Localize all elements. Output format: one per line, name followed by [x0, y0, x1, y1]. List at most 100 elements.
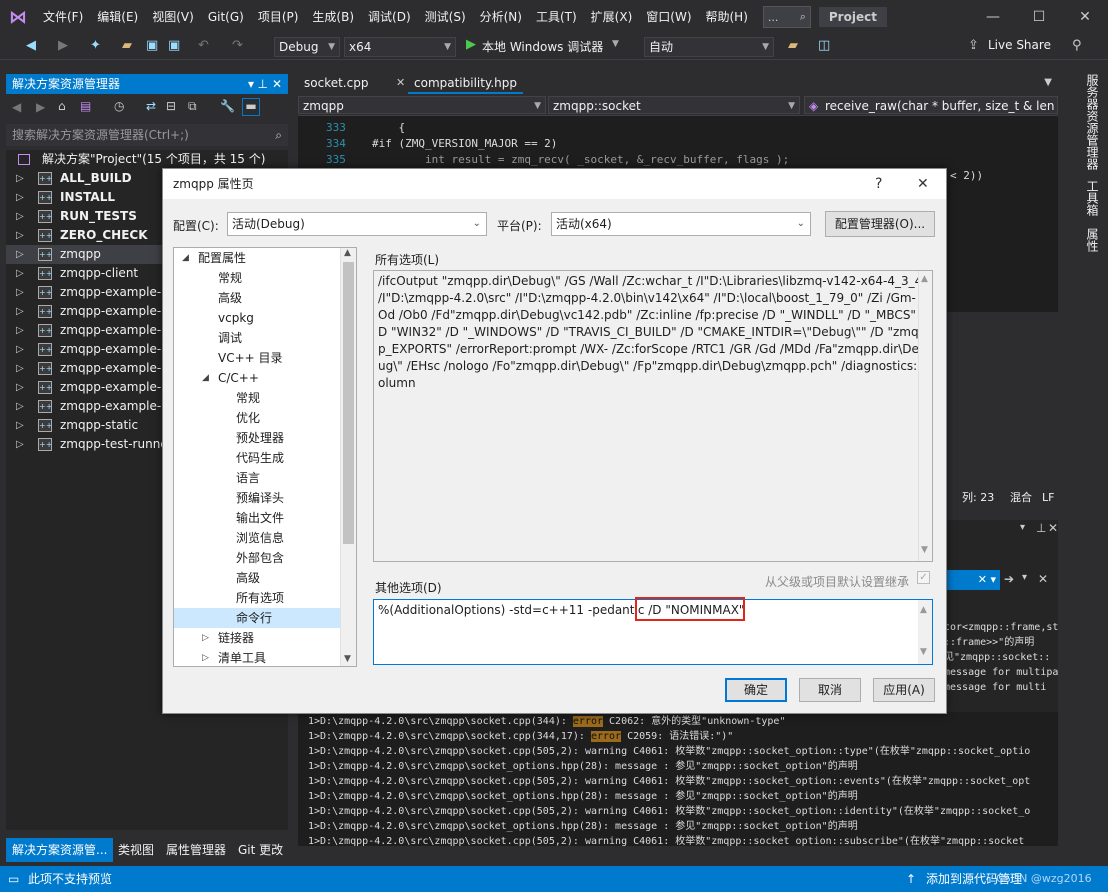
tab-toolbox[interactable]: 工具箱 — [1084, 180, 1101, 216]
history-icon[interactable]: ◷ — [114, 99, 124, 113]
property-tree-item[interactable]: 预编译头 — [174, 488, 344, 508]
solution-node[interactable]: 解决方案"Project"(15 个项目，共 15 个) — [6, 150, 288, 169]
property-tree-item[interactable]: VC++ 目录 — [174, 348, 344, 368]
property-tree-item[interactable]: ◢ 配置属性 — [174, 248, 344, 268]
editor-scrollbar[interactable] — [1058, 72, 1078, 842]
menu-build[interactable]: 生成(B) — [305, 0, 361, 34]
property-tree-item[interactable]: 预处理器 — [174, 428, 344, 448]
tab-compatibility-hpp[interactable]: compatibility.hpp — [408, 72, 524, 94]
code-line[interactable]: { — [372, 120, 405, 136]
dropdown-icon[interactable]: ▾ — [248, 74, 254, 94]
back-icon[interactable]: ◀ — [26, 38, 36, 53]
filter-box[interactable]: ✕ ▾ — [944, 570, 1000, 590]
config-combo[interactable]: Debug ▼ — [274, 37, 340, 57]
menu-tools[interactable]: 工具(T) — [529, 0, 584, 34]
expand-icon[interactable]: ▷ — [16, 245, 24, 264]
solution-search-input[interactable]: 搜索解决方案资源管理器(Ctrl+;) ⌕ — [6, 124, 288, 146]
undo-icon[interactable]: ↶ — [198, 38, 209, 53]
tab-socket-cpp[interactable]: socket.cpp — [298, 72, 374, 94]
nav-project[interactable]: zmqpp ▼ — [298, 96, 546, 114]
scroll-thumb[interactable] — [343, 262, 354, 544]
save-icon[interactable]: ▣ — [146, 38, 158, 53]
forward-icon[interactable]: ▶ — [36, 100, 45, 114]
expand-icon[interactable]: ▷ — [16, 188, 24, 207]
menu-project[interactable]: 项目(P) — [251, 0, 306, 34]
property-tree-item[interactable]: 高级 — [174, 288, 344, 308]
menu-debug[interactable]: 调试(D) — [361, 0, 418, 34]
back-icon[interactable]: ◀ — [12, 100, 21, 114]
expand-icon[interactable]: ▷ — [16, 321, 24, 340]
show-all-files-icon[interactable]: ⧉ — [188, 99, 197, 114]
collapse-icon[interactable]: ⊟ — [166, 99, 176, 113]
inherit-checkbox[interactable]: ✓ — [917, 571, 930, 584]
tab-git-changes[interactable]: Git 更改 — [232, 838, 289, 862]
scroll-down-icon[interactable]: ▼ — [921, 542, 928, 559]
menu-test[interactable]: 测试(S) — [418, 0, 473, 34]
dropdown-icon[interactable]: ▾ — [1020, 522, 1025, 533]
platform-combo[interactable]: x64 ▼ — [344, 37, 456, 57]
menu-git[interactable]: Git(G) — [201, 0, 251, 34]
property-tree-item[interactable]: 浏览信息 — [174, 528, 344, 548]
expand-icon[interactable]: ▷ — [16, 378, 24, 397]
property-tree-item[interactable]: 调试 — [174, 328, 344, 348]
search-box[interactable]: ... ⌕ — [762, 6, 811, 28]
home-icon[interactable]: ⌂ — [58, 99, 66, 113]
property-tree-item[interactable]: vcpkg — [174, 308, 344, 328]
screenshot-icon[interactable]: ◫ — [818, 38, 830, 53]
feedback-icon[interactable]: ⚲ — [1072, 38, 1082, 53]
platform-select[interactable]: 活动(x64) ⌄ — [551, 212, 811, 236]
nav-scope[interactable]: zmqpp::socket ▼ — [548, 96, 800, 114]
property-tree-item[interactable]: 所有选项 — [174, 588, 344, 608]
apply-button[interactable]: 应用(A) — [873, 678, 935, 702]
forward-icon[interactable]: ▶ — [58, 38, 68, 53]
cancel-button[interactable]: 取消 — [799, 678, 861, 702]
tab-solution-explorer[interactable]: 解决方案资源管... — [6, 838, 114, 862]
tab-server-explorer[interactable]: 服务器资源管理器 — [1084, 74, 1101, 170]
expand-icon[interactable]: ▷ — [16, 359, 24, 378]
expand-icon[interactable]: ▷ — [16, 302, 24, 321]
tab-class-view[interactable]: 类视图 — [112, 838, 160, 862]
config-select[interactable]: 活动(Debug) ⌄ — [227, 212, 487, 236]
menu-extensions[interactable]: 扩展(X) — [584, 0, 640, 34]
config-manager-button[interactable]: 配置管理器(O)... — [825, 211, 935, 237]
tab-property-manager[interactable]: 属性管理器 — [160, 838, 232, 862]
scroll-down-icon[interactable]: ▼ — [920, 642, 927, 662]
scroll-up-icon[interactable]: ▲ — [344, 248, 351, 258]
open-folder-icon[interactable]: ▰ — [122, 38, 132, 53]
redo-icon[interactable]: ↷ — [232, 38, 243, 53]
menu-file[interactable]: 文件(F) — [36, 0, 90, 34]
expand-icon[interactable]: ▷ — [202, 628, 209, 648]
help-icon[interactable]: ? — [875, 169, 882, 199]
close-icon[interactable]: ✕ — [1048, 521, 1058, 535]
expand-icon[interactable]: ▷ — [16, 283, 24, 302]
minimize-icon[interactable]: — — [970, 9, 1016, 25]
properties-wrench-icon[interactable]: 🔧 — [220, 99, 235, 113]
preview-icon[interactable]: ▬ — [242, 98, 260, 116]
property-tree-item[interactable]: 常规 — [174, 268, 344, 288]
other-options-scrollbar[interactable]: ▲ ▼ — [918, 600, 932, 664]
scroll-down-icon[interactable]: ▼ — [344, 654, 351, 664]
start-debug-icon[interactable]: ▶ — [466, 37, 476, 52]
property-tree-item[interactable]: 高级 — [174, 568, 344, 588]
expand-icon[interactable]: ▷ — [202, 648, 209, 666]
close-icon[interactable]: ✕ — [917, 169, 929, 199]
menu-analyze[interactable]: 分析(N) — [473, 0, 529, 34]
options-scrollbar[interactable]: ▲ ▼ — [918, 271, 932, 561]
save-all-icon[interactable]: ▣ — [168, 38, 180, 53]
close-window-icon[interactable]: ✕ — [1062, 9, 1108, 25]
sync-icon[interactable]: ⇄ — [146, 99, 156, 113]
pin-icon[interactable]: ⊥ — [1036, 521, 1046, 535]
close-icon[interactable]: ✕ — [1038, 572, 1048, 586]
property-tree-item[interactable]: 代码生成 — [174, 448, 344, 468]
expand-icon[interactable]: ▷ — [16, 397, 24, 416]
menu-window[interactable]: 窗口(W) — [639, 0, 698, 34]
property-tree-item[interactable]: 命令行 — [174, 608, 344, 628]
code-line[interactable]: #if (ZMQ_VERSION_MAJOR == 2) — [372, 136, 557, 152]
expand-icon[interactable]: ▷ — [16, 340, 24, 359]
property-tree-item[interactable]: 优化 — [174, 408, 344, 428]
folder-icon[interactable]: ▰ — [788, 38, 798, 53]
close-icon[interactable]: ✕ — [272, 74, 282, 94]
expand-icon[interactable]: ▷ — [16, 416, 24, 435]
menu-help[interactable]: 帮助(H) — [699, 0, 755, 34]
scroll-up-icon[interactable]: ▲ — [920, 600, 927, 620]
